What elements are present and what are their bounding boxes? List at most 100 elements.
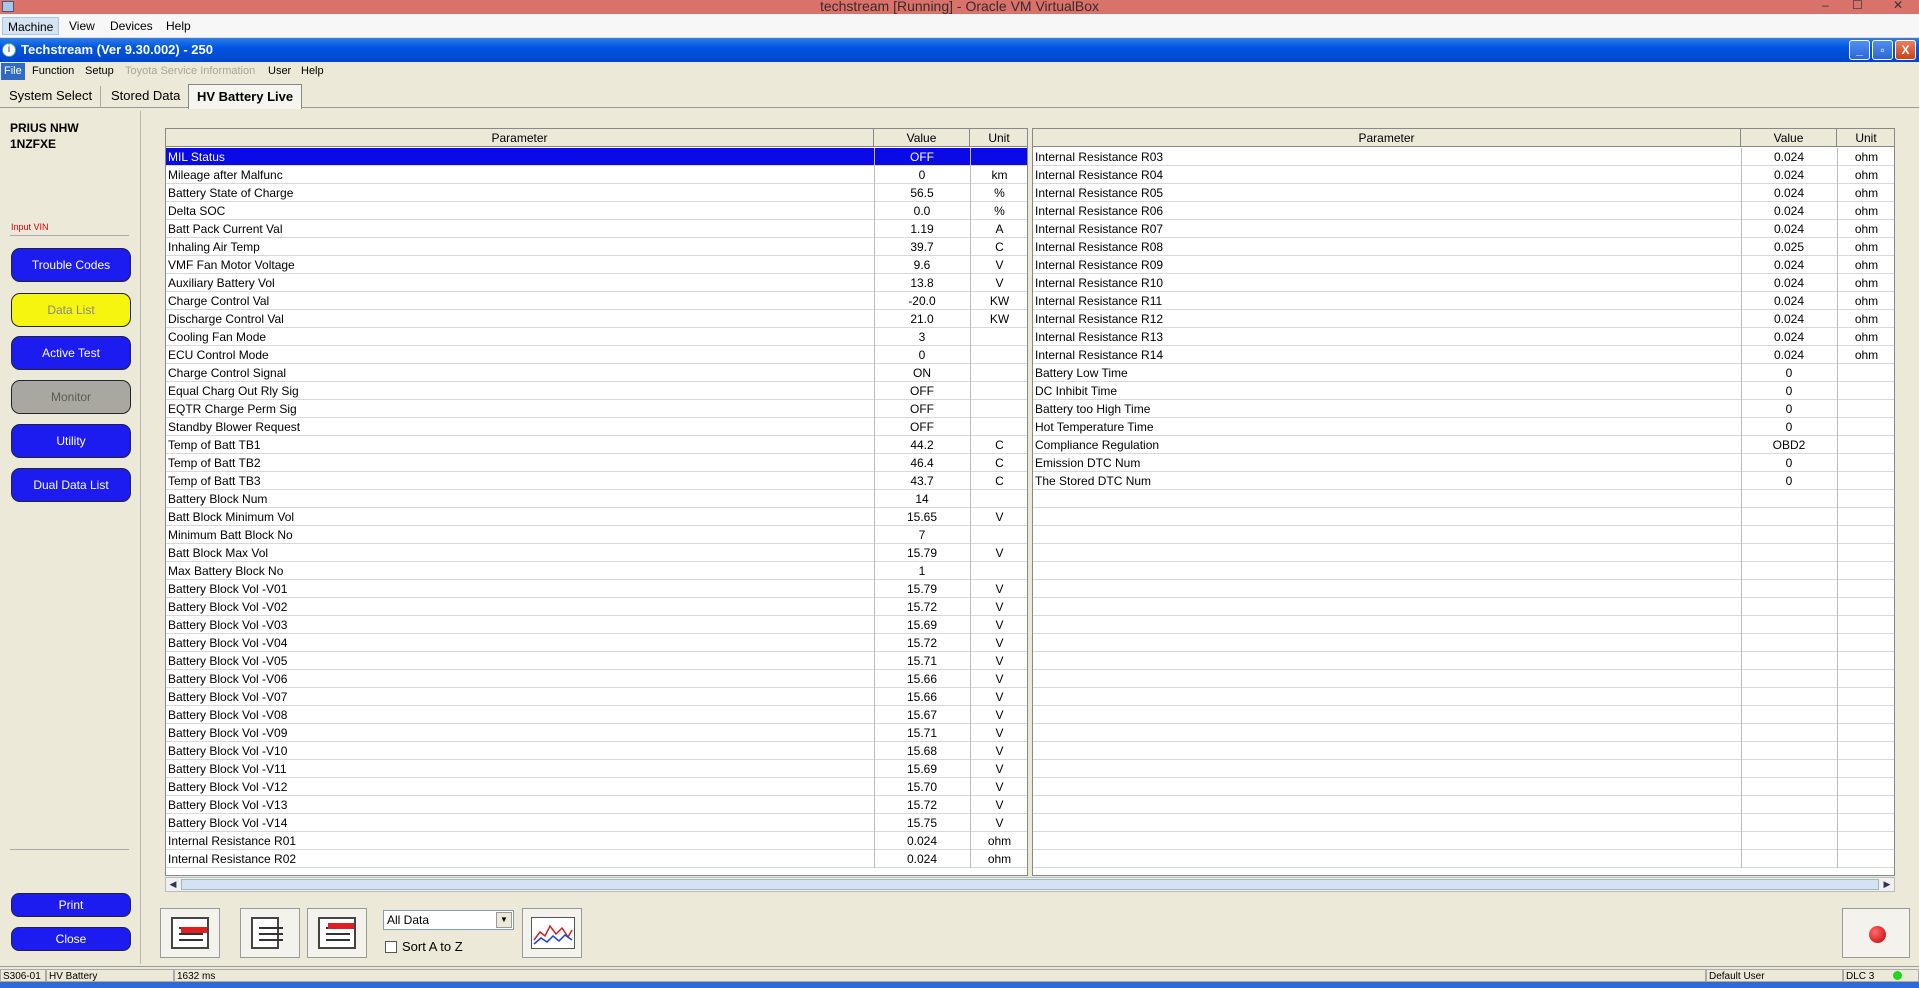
header-unit[interactable]: Unit [1837, 129, 1894, 147]
table-row[interactable]: Charge Control Val -20.0 KW [166, 292, 1027, 310]
table-row[interactable]: Internal Resistance R04 0.024 ohm [1033, 166, 1894, 184]
table-row[interactable]: MIL Status OFF [166, 148, 1027, 166]
print-button[interactable]: Print [11, 893, 131, 917]
table-row[interactable]: Battery Block Vol -V13 15.72 V [166, 796, 1027, 814]
menu-user[interactable]: User [265, 63, 294, 80]
header-parameter[interactable]: Parameter [166, 129, 874, 147]
tab-hv-battery-live[interactable]: HV Battery Live [188, 84, 303, 109]
header-value[interactable]: Value [1741, 129, 1837, 147]
table-row[interactable]: Battery Block Vol -V08 15.67 V [166, 706, 1027, 724]
table-row[interactable] [1033, 814, 1894, 832]
vm-menu-devices[interactable]: Devices [105, 17, 158, 35]
table-row[interactable] [1033, 490, 1894, 508]
table-row[interactable] [1033, 562, 1894, 580]
table-row[interactable] [1033, 544, 1894, 562]
table-row[interactable]: Battery Block Vol -V14 15.75 V [166, 814, 1027, 832]
table-row[interactable]: Internal Resistance R12 0.024 ohm [1033, 310, 1894, 328]
table-row[interactable]: Inhaling Air Temp 39.7 C [166, 238, 1027, 256]
table-row[interactable]: Standby Blower Request OFF [166, 418, 1027, 436]
table-row[interactable]: Mileage after Malfunc 0 km [166, 166, 1027, 184]
table-row[interactable]: Battery Block Vol -V06 15.66 V [166, 670, 1027, 688]
graph-button[interactable] [522, 908, 582, 958]
header-unit[interactable]: Unit [970, 129, 1027, 147]
table-row[interactable] [1033, 670, 1894, 688]
menu-file[interactable]: File [1, 63, 25, 80]
select-data-button[interactable] [160, 908, 220, 958]
table-row[interactable] [1033, 616, 1894, 634]
table-row[interactable]: Battery Block Vol -V10 15.68 V [166, 742, 1027, 760]
table-row[interactable]: Internal Resistance R10 0.024 ohm [1033, 274, 1894, 292]
table-row[interactable]: Internal Resistance R09 0.024 ohm [1033, 256, 1894, 274]
horizontal-scrollbar[interactable]: ◀ ▶ [165, 877, 1895, 892]
table-row[interactable] [1033, 778, 1894, 796]
data-list-button[interactable]: Data List [11, 293, 131, 327]
menu-setup[interactable]: Setup [82, 63, 117, 80]
table-row[interactable]: Internal Resistance R07 0.024 ohm [1033, 220, 1894, 238]
table-row[interactable]: Internal Resistance R01 0.024 ohm [166, 832, 1027, 850]
table-row[interactable]: Temp of Batt TB3 43.7 C [166, 472, 1027, 490]
active-test-button[interactable]: Active Test [11, 336, 131, 370]
compare-button[interactable] [307, 908, 367, 958]
table-row[interactable]: Internal Resistance R13 0.024 ohm [1033, 328, 1894, 346]
vm-menu-help[interactable]: Help [161, 17, 196, 35]
table-row[interactable]: Batt Pack Current Val 1.19 A [166, 220, 1027, 238]
vm-menu-machine[interactable]: Machine [2, 17, 60, 35]
app-close-button[interactable]: X [1895, 40, 1916, 60]
table-row[interactable] [1033, 526, 1894, 544]
table-row[interactable]: Battery State of Charge 56.5% [166, 184, 1027, 202]
dual-data-list-button[interactable]: Dual Data List [11, 468, 131, 502]
table-row[interactable]: Battery Block Vol -V12 15.70 V [166, 778, 1027, 796]
close-button[interactable]: Close [11, 927, 131, 951]
table-row[interactable]: DC Inhibit Time 0 [1033, 382, 1894, 400]
vm-close-icon[interactable]: ✕ [1893, 0, 1903, 11]
table-row[interactable]: VMF Fan Motor Voltage 9.6 V [166, 256, 1027, 274]
table-row[interactable]: Battery Block Vol -V07 15.66 V [166, 688, 1027, 706]
table-row[interactable]: Battery Block Vol -V05 15.71 V [166, 652, 1027, 670]
table-row[interactable] [1033, 634, 1894, 652]
menu-help[interactable]: Help [298, 63, 327, 80]
table-row[interactable]: Internal Resistance R11 0.024 ohm [1033, 292, 1894, 310]
table-row[interactable]: Internal Resistance R03 0.024 ohm [1033, 148, 1894, 166]
menu-function[interactable]: Function [29, 63, 77, 80]
table-row[interactable]: The Stored DTC Num 0 [1033, 472, 1894, 490]
table-row[interactable]: Hot Temperature Time 0 [1033, 418, 1894, 436]
table-row[interactable]: EQTR Charge Perm Sig OFF [166, 400, 1027, 418]
table-row[interactable]: Equal Charg Out Rly Sig OFF [166, 382, 1027, 400]
table-row[interactable]: Internal Resistance R14 0.024 ohm [1033, 346, 1894, 364]
table-row[interactable] [1033, 598, 1894, 616]
table-row[interactable]: ECU Control Mode 0 [166, 346, 1027, 364]
table-row[interactable]: Auxiliary Battery Vol 13.8 V [166, 274, 1027, 292]
table-row[interactable]: Battery Block Num 14 [166, 490, 1027, 508]
vm-maximize-icon[interactable]: ☐ [1852, 0, 1863, 11]
snapshot-button[interactable] [240, 908, 300, 958]
table-row[interactable] [1033, 796, 1894, 814]
table-row[interactable]: Temp of Batt TB1 44.2 C [166, 436, 1027, 454]
table-row[interactable]: Internal Resistance R08 0.025 ohm [1033, 238, 1894, 256]
table-row[interactable]: Charge Control Signal ON [166, 364, 1027, 382]
header-parameter[interactable]: Parameter [1033, 129, 1741, 147]
table-row[interactable]: Batt Block Minimum Vol 15.65 V [166, 508, 1027, 526]
tab-system-select[interactable]: System Select [1, 86, 102, 108]
table-row[interactable] [1033, 652, 1894, 670]
table-row[interactable]: Battery Block Vol -V11 15.69 V [166, 760, 1027, 778]
vm-menu-view[interactable]: View [64, 17, 100, 35]
table-row[interactable] [1033, 724, 1894, 742]
table-row[interactable]: Max Battery Block No 1 [166, 562, 1027, 580]
app-restore-button[interactable]: ▫ [1872, 40, 1893, 60]
sort-a-to-z-checkbox[interactable] [385, 941, 397, 953]
table-row[interactable]: Minimum Batt Block No 7 [166, 526, 1027, 544]
trouble-codes-button[interactable]: Trouble Codes [11, 248, 131, 282]
table-row[interactable] [1033, 706, 1894, 724]
vm-minimize-icon[interactable]: – [1822, 0, 1829, 11]
table-row[interactable]: Internal Resistance R02 0.024 ohm [166, 850, 1027, 868]
table-row[interactable]: Delta SOC 0.0% [166, 202, 1027, 220]
table-row[interactable]: Battery Block Vol -V04 15.72 V [166, 634, 1027, 652]
table-row[interactable]: Battery Block Vol -V09 15.71 V [166, 724, 1027, 742]
table-row[interactable] [1033, 850, 1894, 868]
table-row[interactable]: Internal Resistance R05 0.024 ohm [1033, 184, 1894, 202]
utility-button[interactable]: Utility [11, 424, 131, 458]
table-row[interactable]: Compliance Regulation OBD2 [1033, 436, 1894, 454]
input-vin-link[interactable]: Input VIN [11, 222, 49, 232]
table-row[interactable]: Battery Block Vol -V02 15.72 V [166, 598, 1027, 616]
table-row[interactable]: Discharge Control Val 21.0 KW [166, 310, 1027, 328]
